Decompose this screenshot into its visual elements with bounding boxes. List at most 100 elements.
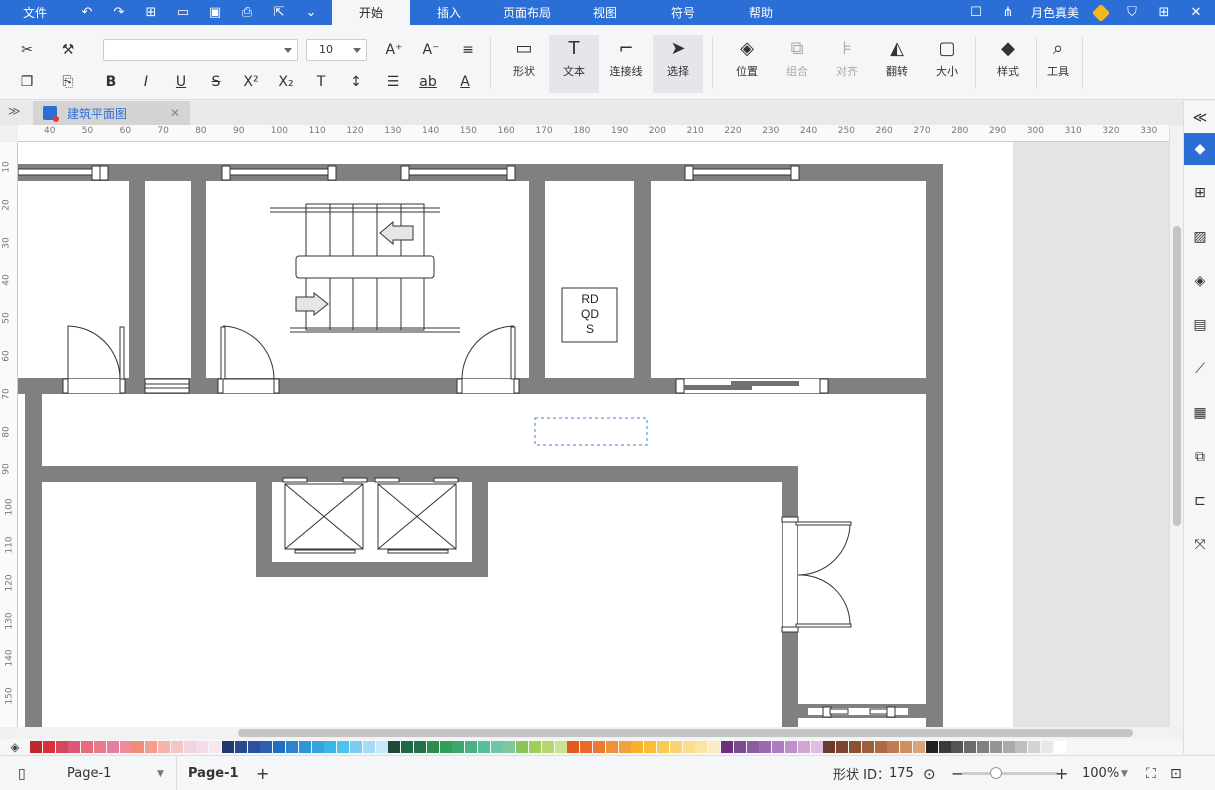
color-swatch[interactable] <box>874 741 887 753</box>
color-swatch[interactable] <box>209 741 222 753</box>
horizontal-scrollbar[interactable] <box>18 727 1169 739</box>
color-swatch[interactable] <box>298 741 311 753</box>
zoom-slider-knob[interactable] <box>990 767 1002 779</box>
superscript-icon[interactable]: X² <box>238 71 264 93</box>
color-swatch[interactable] <box>157 741 170 753</box>
color-swatch[interactable] <box>951 741 964 753</box>
apps-icon[interactable]: ⊞ <box>1155 5 1173 20</box>
fill-bucket-icon[interactable]: ◈ <box>0 740 30 754</box>
undo-icon[interactable]: ↶ <box>76 4 98 22</box>
color-swatch[interactable] <box>810 741 823 753</box>
close-icon[interactable]: ✕ <box>1187 5 1205 20</box>
tab-help[interactable]: 帮助 <box>722 0 800 25</box>
fit-page-icon[interactable]: ⛶ <box>1146 756 1156 790</box>
italic-icon[interactable]: I <box>133 71 159 93</box>
color-swatch[interactable] <box>388 741 401 753</box>
color-swatch[interactable] <box>836 741 849 753</box>
color-swatch[interactable] <box>695 741 708 753</box>
chevron-down-icon[interactable]: ▼ <box>157 756 164 790</box>
text-button[interactable]: T 文本 <box>549 35 599 93</box>
strikethrough-icon[interactable]: S <box>203 71 229 93</box>
color-swatch[interactable] <box>234 741 247 753</box>
text-format-icon[interactable]: T <box>308 71 334 93</box>
color-swatch[interactable] <box>465 741 478 753</box>
paste-icon[interactable]: ⎘ <box>55 71 81 93</box>
color-swatch[interactable] <box>1053 741 1066 753</box>
collapse-sidebar-icon[interactable]: ≪ <box>1189 107 1211 129</box>
add-page-icon[interactable]: + <box>256 756 269 790</box>
color-swatch[interactable] <box>631 741 644 753</box>
grow-font-icon[interactable]: A⁺ <box>381 39 407 61</box>
color-swatch[interactable] <box>605 741 618 753</box>
color-swatch[interactable] <box>1040 741 1053 753</box>
color-swatch[interactable] <box>644 741 657 753</box>
color-swatch[interactable] <box>362 741 375 753</box>
color-swatch[interactable] <box>452 741 465 753</box>
redo-icon[interactable]: ↷ <box>108 4 130 22</box>
file-menu[interactable]: 文件 <box>0 4 70 21</box>
color-swatch[interactable] <box>145 741 158 753</box>
color-swatch[interactable] <box>541 741 554 753</box>
align-button[interactable]: ⊧ 对齐 <box>822 35 872 93</box>
share-icon[interactable]: ⋔ <box>999 5 1017 20</box>
color-swatch[interactable] <box>708 741 721 753</box>
color-swatch[interactable] <box>401 741 414 753</box>
color-swatch[interactable] <box>68 741 81 753</box>
color-swatch[interactable] <box>503 741 516 753</box>
color-swatch[interactable] <box>797 741 810 753</box>
color-swatch[interactable] <box>1028 741 1041 753</box>
floor-plan[interactable]: RD QD S <box>18 142 1013 727</box>
organize-icon[interactable]: ⧉ <box>1189 446 1211 468</box>
color-swatch[interactable] <box>593 741 606 753</box>
color-swatch[interactable] <box>721 741 734 753</box>
tab-page-layout[interactable]: 页面布局 <box>488 0 566 25</box>
flip-button[interactable]: ◭ 翻转 <box>872 35 922 93</box>
color-swatch[interactable] <box>183 741 196 753</box>
copy-icon[interactable]: ❐ <box>14 71 40 93</box>
color-swatch[interactable] <box>823 741 836 753</box>
position-button[interactable]: ◈ 位置 <box>722 35 772 93</box>
color-swatch[interactable] <box>887 741 900 753</box>
line-spacing-icon[interactable]: ↕ <box>343 71 369 93</box>
color-swatch[interactable] <box>657 741 670 753</box>
text-align-icon[interactable]: ≡ <box>455 39 481 61</box>
page-select[interactable]: Page-1 <box>67 756 111 790</box>
color-swatch[interactable] <box>285 741 298 753</box>
expand-panel-icon[interactable]: ≫ <box>8 104 21 118</box>
font-color-icon[interactable]: A <box>452 71 478 93</box>
export-icon[interactable]: ⇱ <box>268 4 290 22</box>
color-swatch[interactable] <box>746 741 759 753</box>
color-swatch[interactable] <box>733 741 746 753</box>
shape-button[interactable]: ▭ 形状 <box>499 35 549 93</box>
play-icon[interactable]: ⊙ <box>923 756 936 790</box>
tab-insert[interactable]: 插入 <box>410 0 488 25</box>
color-swatch[interactable] <box>1002 741 1015 753</box>
user-name[interactable]: 月色真美 <box>1031 4 1079 21</box>
color-swatch[interactable] <box>81 741 94 753</box>
chevron-down-icon[interactable]: ▼ <box>1121 756 1128 790</box>
close-tab-icon[interactable]: ✕ <box>170 106 180 120</box>
page-icon[interactable]: ▤ <box>1189 314 1211 336</box>
color-swatch[interactable] <box>106 741 119 753</box>
color-swatch[interactable] <box>669 741 682 753</box>
group-button[interactable]: ⧉ 组合 <box>772 35 822 93</box>
zoom-in-icon[interactable]: + <box>1055 756 1068 790</box>
color-swatch[interactable] <box>439 741 452 753</box>
color-swatch[interactable] <box>221 741 234 753</box>
save-icon[interactable]: ▣ <box>204 4 226 22</box>
font-size-select[interactable]: 10 <box>306 39 367 61</box>
more-icon[interactable]: ⌄ <box>300 4 322 22</box>
color-swatch[interactable] <box>247 741 260 753</box>
color-swatch[interactable] <box>516 741 529 753</box>
color-swatch[interactable] <box>567 741 580 753</box>
color-swatch[interactable] <box>785 741 798 753</box>
color-swatch[interactable] <box>260 741 273 753</box>
color-swatch[interactable] <box>119 741 132 753</box>
canvas-area[interactable]: RD QD S <box>18 142 1169 727</box>
color-swatch[interactable] <box>30 741 42 753</box>
scroll-thumb[interactable] <box>238 729 1133 737</box>
zoom-slider[interactable] <box>962 767 1058 779</box>
color-swatch[interactable] <box>849 741 861 753</box>
page-view-icon[interactable]: ▯ <box>18 756 26 790</box>
table-icon[interactable]: ▦ <box>1189 402 1211 424</box>
